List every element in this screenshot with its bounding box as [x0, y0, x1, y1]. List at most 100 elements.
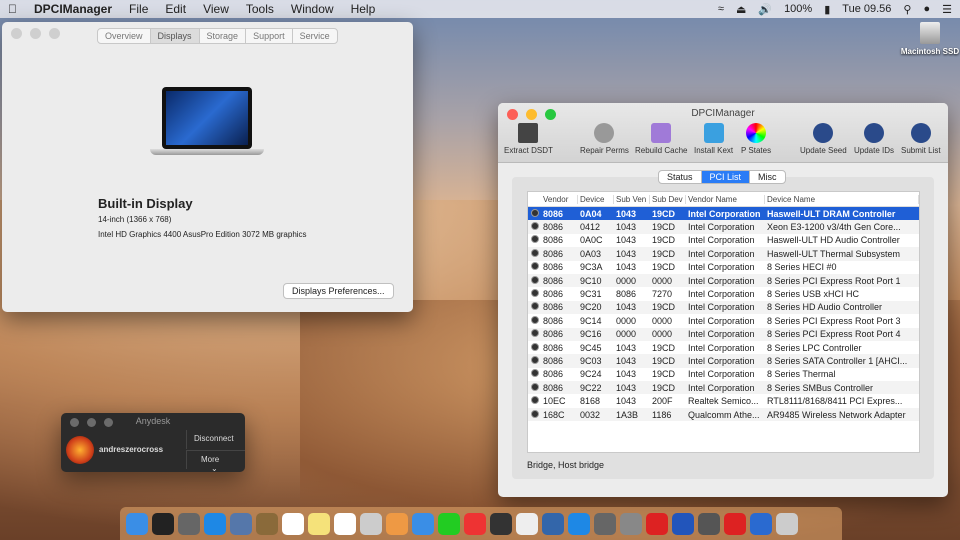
tab-support[interactable]: Support — [246, 29, 293, 43]
dock-app-icon[interactable] — [620, 512, 642, 535]
dock-app-icon[interactable] — [386, 512, 408, 535]
rebuild-cache-button[interactable]: Rebuild Cache — [635, 123, 687, 155]
dock-app-icon[interactable] — [646, 512, 668, 535]
pci-table[interactable]: Vendor Device Sub Ven Sub Dev Vendor Nam… — [527, 191, 920, 453]
table-row[interactable]: 8086 0A04 1043 19CD Intel Corporation Haswell… — [528, 207, 919, 221]
dock-app-icon[interactable] — [360, 512, 382, 535]
folder-icon — [703, 123, 724, 143]
desktop-icon-macintosh-ssd[interactable]: Macintosh SSD — [900, 22, 960, 56]
dock-app-icon[interactable] — [308, 512, 330, 535]
cell: 0A0C — [580, 235, 603, 246]
tab-displays[interactable]: Displays — [150, 29, 200, 43]
disconnect-button[interactable]: Disconnect — [186, 430, 245, 449]
table-row[interactable]: 168C 0032 1A3B 1186 Qualcomm Athe... AR9485 W… — [528, 407, 919, 422]
cell: 8086 — [543, 369, 564, 380]
siri-icon[interactable]: ● — [923, 3, 930, 15]
dock-app-icon[interactable] — [568, 512, 590, 535]
menu-edit[interactable]: Edit — [165, 2, 186, 16]
table-row[interactable]: 8086 9C24 1043 19CD Intel Corporation 8 Serie… — [528, 368, 919, 381]
cell: 1043 — [616, 396, 637, 407]
dock-app-icon[interactable] — [516, 512, 538, 535]
dock-app-icon[interactable] — [698, 512, 720, 535]
menu-file[interactable]: File — [129, 2, 148, 16]
avatar — [66, 436, 94, 464]
dock-app-icon[interactable] — [776, 512, 798, 535]
dock-app-icon[interactable] — [464, 512, 486, 535]
p-states-button[interactable]: P States — [741, 123, 771, 155]
dock-app-icon[interactable] — [152, 512, 174, 535]
table-row[interactable]: 8086 9C03 1043 19CD Intel Corporation 8 Serie… — [528, 354, 919, 368]
submit-list-button[interactable]: Submit List — [901, 123, 941, 155]
minimize-button[interactable] — [30, 28, 41, 39]
zoom-button[interactable] — [49, 28, 60, 39]
table-row[interactable]: 8086 0412 1043 19CD Intel Corporation Xeon E3… — [528, 220, 919, 234]
install-kext-button[interactable]: Install Kext — [694, 123, 733, 155]
dock-app-icon[interactable] — [256, 512, 278, 535]
col-device-name[interactable]: Device Name — [765, 194, 919, 204]
wifi-icon[interactable]: ≈ — [718, 3, 724, 15]
col-sub-ven[interactable]: Sub Ven — [614, 194, 650, 204]
table-row[interactable]: 8086 9C45 1043 19CD Intel Corporation 8 Serie… — [528, 341, 919, 354]
volume-icon[interactable]: 🔊 — [758, 3, 772, 16]
battery-icon[interactable]: ▮ — [824, 3, 830, 16]
device-icon — [528, 315, 541, 326]
table-row[interactable]: 8086 9C16 0000 0000 Intel Corporation 8 Serie… — [528, 327, 919, 341]
cell: 0000 — [652, 275, 673, 286]
dock-app-icon[interactable] — [542, 512, 564, 535]
dock-app-icon[interactable] — [750, 512, 772, 535]
close-button[interactable] — [11, 28, 22, 39]
tab-overview[interactable]: Overview — [98, 29, 151, 43]
table-row[interactable]: 8086 9C22 1043 19CD Intel Corporation 8 Serie… — [528, 381, 919, 395]
dock-app-icon[interactable] — [334, 512, 356, 535]
tab-pci-list[interactable]: PCI List — [701, 171, 751, 183]
col-device[interactable]: Device — [578, 194, 614, 204]
table-row[interactable]: 8086 9C10 0000 0000 Intel Corporation 8 Serie… — [528, 273, 919, 288]
more-button[interactable]: More ⌄ — [186, 450, 245, 472]
table-row[interactable]: 10EC 8168 1043 200F Realtek Semico... RTL8111… — [528, 394, 919, 407]
col-vendor-name[interactable]: Vendor Name — [686, 194, 765, 204]
menu-view[interactable]: View — [203, 2, 229, 16]
table-row[interactable]: 8086 9C20 1043 19CD Intel Corporation 8 Serie… — [528, 300, 919, 315]
dock-app-icon[interactable] — [438, 512, 460, 535]
dock-app-icon[interactable] — [724, 512, 746, 535]
tab-storage[interactable]: Storage — [200, 29, 247, 43]
dock-app-icon[interactable] — [204, 512, 226, 535]
table-row[interactable]: 8086 9C3A 1043 19CD Intel Corporation 8 Serie… — [528, 261, 919, 274]
search-icon[interactable]: ⚲ — [903, 3, 911, 16]
hard-drive-icon — [920, 22, 940, 44]
apple-icon[interactable]:  — [8, 2, 17, 16]
col-sub-dev[interactable]: Sub Dev — [650, 194, 686, 204]
tab-status[interactable]: Status — [659, 171, 702, 183]
notification-center-icon[interactable]: ☰ — [942, 3, 952, 16]
update-seed-button[interactable]: Update Seed — [800, 123, 847, 155]
cell: 0000 — [616, 275, 637, 286]
device-icon — [528, 369, 541, 379]
dock-app-icon[interactable] — [230, 512, 252, 535]
col-vendor[interactable]: Vendor — [541, 194, 578, 204]
dock-app-icon[interactable] — [282, 512, 304, 535]
repair-perms-button[interactable]: Repair Perms — [580, 123, 629, 155]
clock[interactable]: Tue 09.56 — [842, 3, 891, 15]
tab-service[interactable]: Service — [293, 29, 337, 43]
menu-app[interactable]: DPCIManager — [34, 2, 112, 16]
update-ids-button[interactable]: Update IDs — [854, 123, 894, 155]
dock-app-icon[interactable] — [490, 512, 512, 535]
table-row[interactable]: 8086 0A0C 1043 19CD Intel Corporation Haswell… — [528, 234, 919, 247]
dock-app-icon[interactable] — [412, 512, 434, 535]
cell: 8086 — [543, 208, 564, 219]
dock-app-icon[interactable] — [178, 512, 200, 535]
table-row[interactable]: 8086 9C31 8086 7270 Intel Corporation 8 Serie… — [528, 287, 919, 300]
menu-help[interactable]: Help — [351, 2, 376, 16]
eject-icon[interactable]: ⏏ — [736, 3, 746, 16]
menu-tools[interactable]: Tools — [246, 2, 274, 16]
table-row[interactable]: 8086 0A03 1043 19CD Intel Corporation Haswell… — [528, 247, 919, 261]
extract-dsdt-button[interactable]: Extract DSDT — [504, 123, 553, 155]
dock-app-icon[interactable] — [126, 512, 148, 535]
battery-percent[interactable]: 100% — [784, 3, 812, 15]
dock-app-icon[interactable] — [672, 512, 694, 535]
table-row[interactable]: 8086 9C14 0000 0000 Intel Corporation 8 Serie… — [528, 314, 919, 327]
dock-app-icon[interactable] — [594, 512, 616, 535]
displays-preferences-button[interactable]: Displays Preferences... — [283, 283, 394, 299]
tab-misc[interactable]: Misc — [750, 171, 785, 183]
menu-window[interactable]: Window — [291, 2, 334, 16]
